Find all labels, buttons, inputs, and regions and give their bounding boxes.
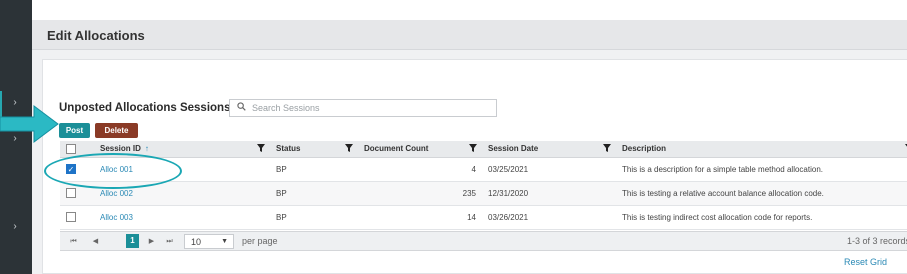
pagination-bar: ⏮ ◀ 1 ▶ ⏭ 10 ▼ per page 1-3 of 3 records <box>60 231 907 251</box>
column-label: Status <box>276 144 301 154</box>
table-row[interactable]: Alloc 003 BP 14 03/26/2021 This is testi… <box>60 205 907 230</box>
delete-button[interactable]: Delete <box>95 123 138 138</box>
session-id-link[interactable]: Alloc 003 <box>100 213 133 222</box>
row-checkbox[interactable] <box>66 212 76 222</box>
top-bar <box>32 0 907 20</box>
table-header-row: Session ID ↑ Status Document Count Sessio… <box>60 141 907 158</box>
filter-icon[interactable] <box>469 144 477 154</box>
status-cell: BP <box>270 157 358 182</box>
next-page-icon[interactable]: ▶ <box>146 236 157 247</box>
page-size-value: 10 <box>191 237 202 247</box>
column-header-description[interactable]: Description <box>616 141 907 158</box>
description-cell: This is a description for a simple table… <box>616 157 907 182</box>
highlight-circle-annotation <box>44 153 182 189</box>
last-page-icon[interactable]: ⏭ <box>164 236 175 247</box>
column-label: Description <box>622 144 667 154</box>
pointer-arrow-annotation <box>0 105 59 143</box>
column-label: Session ID <box>100 144 141 154</box>
page-size-select[interactable]: 10 ▼ <box>184 234 234 249</box>
column-label: Session Date <box>488 144 539 154</box>
sidebar-expand-icon-3[interactable]: › <box>8 221 22 232</box>
search-icon <box>230 102 252 114</box>
filter-icon[interactable] <box>345 144 353 154</box>
session-id-cell: Alloc 003 <box>94 205 270 230</box>
filter-icon[interactable] <box>257 144 265 154</box>
page-title: Edit Allocations <box>47 28 145 43</box>
status-cell: BP <box>270 205 358 230</box>
per-page-label: per page <box>242 236 278 246</box>
search-input[interactable] <box>252 103 482 113</box>
row-select-cell <box>60 205 94 230</box>
session-date-cell: 03/26/2021 <box>482 205 616 230</box>
previous-page-icon[interactable]: ◀ <box>90 236 101 247</box>
record-count: 1-3 of 3 records <box>846 236 907 246</box>
document-count-cell: 14 <box>358 205 482 230</box>
post-button[interactable]: Post <box>59 123 90 138</box>
column-header-status[interactable]: Status <box>270 141 358 158</box>
grid-title: Unposted Allocations Sessions | <box>59 102 237 114</box>
session-date-cell: 12/31/2020 <box>482 181 616 206</box>
sort-ascending-icon: ↑ <box>144 144 149 154</box>
dropdown-arrow-icon: ▼ <box>221 238 228 245</box>
document-count-cell: 235 <box>358 181 482 206</box>
search-box[interactable] <box>229 99 497 117</box>
filter-icon[interactable] <box>603 144 611 154</box>
first-page-icon[interactable]: ⏮ <box>68 236 79 247</box>
current-page-button[interactable]: 1 <box>126 234 139 248</box>
select-all-checkbox[interactable] <box>66 143 76 154</box>
table-row[interactable]: ✓ Alloc 001 BP 4 03/25/2021 This is a de… <box>60 157 907 182</box>
document-count-cell: 4 <box>358 157 482 182</box>
column-label: Document Count <box>364 144 429 154</box>
session-id-link[interactable]: Alloc 002 <box>100 189 133 198</box>
description-cell: This is testing indirect cost allocation… <box>616 205 907 230</box>
session-date-cell: 03/25/2021 <box>482 157 616 182</box>
row-checkbox[interactable] <box>66 188 76 198</box>
column-header-document-count[interactable]: Document Count <box>358 141 482 158</box>
page-header: Edit Allocations <box>32 20 907 50</box>
reset-grid-link[interactable]: Reset Grid <box>844 257 887 267</box>
sessions-table: Session ID ↑ Status Document Count Sessio… <box>60 141 907 230</box>
column-header-session-date[interactable]: Session Date <box>482 141 616 158</box>
status-cell: BP <box>270 181 358 206</box>
description-cell: This is testing a relative account balan… <box>616 181 907 206</box>
table-row[interactable]: Alloc 002 BP 235 12/31/2020 This is test… <box>60 181 907 206</box>
